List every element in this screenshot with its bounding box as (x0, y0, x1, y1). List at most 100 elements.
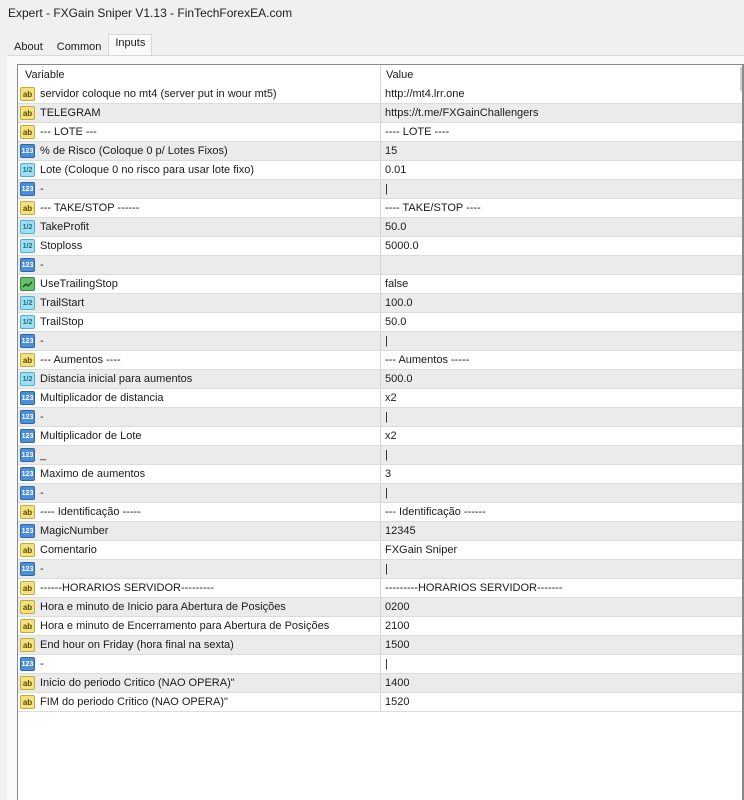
parameter-row[interactable]: ab Hora e minuto de Encerramento para Abe… (18, 617, 742, 636)
parameter-row[interactable]: 123- | (18, 332, 742, 351)
integer-type-icon: 123 (20, 524, 35, 538)
variable-cell: 123 Multiplicador de distancia (18, 389, 380, 407)
value-cell[interactable]: 2100 (380, 617, 742, 635)
integer-type-icon: 123 (20, 410, 35, 424)
double-type-icon: 1/2 (20, 163, 35, 177)
variable-cell: ab --- Aumentos ---- (18, 351, 380, 369)
parameter-row[interactable]: 123 Maximo de aumentos 3 (18, 465, 742, 484)
parameter-row[interactable]: 1/2 TrailStop 50.0 (18, 313, 742, 332)
value-cell[interactable]: http://mt4.lrr.one (380, 85, 742, 103)
parameter-row[interactable]: 1/2 TrailStart 100.0 (18, 294, 742, 313)
string-type-icon: ab (20, 505, 35, 519)
value-cell[interactable]: 5000.0 (380, 237, 742, 255)
value-cell[interactable]: | (380, 446, 742, 464)
value-cell[interactable]: | (380, 560, 742, 578)
parameter-row[interactable]: 1/2 TakeProfit 50.0 (18, 218, 742, 237)
variable-name: - (40, 411, 44, 423)
value-cell[interactable]: --- Identificação ------ (380, 503, 742, 521)
value-cell[interactable]: false (380, 275, 742, 293)
value-cell[interactable]: 500.0 (380, 370, 742, 388)
parameter-row[interactable]: ab FIM do periodo Critico (NAO OPERA)" 152… (18, 693, 742, 712)
variable-name: TrailStart (40, 297, 85, 309)
parameter-row[interactable]: 123- | (18, 560, 742, 579)
parameter-row[interactable]: ab Comentario FXGain Sniper (18, 541, 742, 560)
variable-cell: ab Hora e minuto de Encerramento para Abe… (18, 617, 380, 635)
value-cell[interactable]: ---- TAKE/STOP ---- (380, 199, 742, 217)
value-cell[interactable]: | (380, 408, 742, 426)
value-cell[interactable]: --- Aumentos ----- (380, 351, 742, 369)
string-type-icon: ab (20, 125, 35, 139)
value-cell[interactable]: 3 (380, 465, 742, 483)
variable-name: - (40, 658, 44, 670)
value-cell[interactable]: 15 (380, 142, 742, 160)
parameter-row[interactable]: 123- | (18, 655, 742, 674)
value-cell[interactable]: 1400 (380, 674, 742, 692)
parameter-row[interactable]: ab TELEGRAM https://t.me/FXGainChallengers (18, 104, 742, 123)
integer-type-icon: 123 (20, 562, 35, 576)
parameter-row[interactable]: 123 _ | (18, 446, 742, 465)
variable-cell: ab --- LOTE --- (18, 123, 380, 141)
value-cell[interactable]: 50.0 (380, 313, 742, 331)
variable-cell: ab Inicio do periodo Critico (NAO OPERA)" (18, 674, 380, 692)
tab-about[interactable]: About (7, 37, 50, 55)
parameter-row[interactable]: 1/2 Distancia inicial para aumentos 500.0 (18, 370, 742, 389)
variable-cell: 123- (18, 256, 380, 274)
parameter-row[interactable]: ab servidor coloque no mt4 (server put in… (18, 85, 742, 104)
parameter-row[interactable]: 123- | (18, 408, 742, 427)
parameter-row[interactable]: UseTrailingStop false (18, 275, 742, 294)
value-cell[interactable]: ---- LOTE ---- (380, 123, 742, 141)
parameter-row[interactable]: 123- (18, 256, 742, 275)
value-cell[interactable] (380, 256, 742, 274)
variable-cell: 1/2 Lote (Coloque 0 no risco para usar lo… (18, 161, 380, 179)
value-cell[interactable]: 0.01 (380, 161, 742, 179)
column-header-variable[interactable]: Variable (18, 65, 380, 84)
parameter-row[interactable]: 123 Multiplicador de Lote x2 (18, 427, 742, 446)
value-cell[interactable]: ---------HORARIOS SERVIDOR------- (380, 579, 742, 597)
parameter-row[interactable]: ab Inicio do periodo Critico (NAO OPERA)"… (18, 674, 742, 693)
value-cell[interactable]: 12345 (380, 522, 742, 540)
variable-cell: 1/2 TrailStop (18, 313, 380, 331)
window-title: Expert - FXGain Sniper V1.13 - FinTechFo… (0, 0, 744, 28)
value-cell[interactable]: | (380, 332, 742, 350)
variable-name: End hour on Friday (hora final na sexta) (40, 639, 234, 651)
parameter-row[interactable]: 123 MagicNumber 12345 (18, 522, 742, 541)
value-cell[interactable]: 1500 (380, 636, 742, 654)
value-cell[interactable]: 0200 (380, 598, 742, 616)
variable-name: Maximo de aumentos (40, 468, 146, 480)
value-cell[interactable]: | (380, 180, 742, 198)
column-header-value[interactable]: Value (380, 65, 742, 84)
parameter-row[interactable]: ab ---- Identificação ----- --- Identifica… (18, 503, 742, 522)
parameter-row[interactable]: ab Hora e minuto de Inicio para Abertura … (18, 598, 742, 617)
integer-type-icon: 123 (20, 429, 35, 443)
value-cell[interactable]: 1520 (380, 693, 742, 711)
value-cell[interactable]: x2 (380, 427, 742, 445)
parameter-row[interactable]: 123 Multiplicador de distancia x2 (18, 389, 742, 408)
variable-name: Multiplicador de distancia (40, 392, 164, 404)
string-type-icon: ab (20, 87, 35, 101)
value-cell[interactable]: x2 (380, 389, 742, 407)
variable-name: UseTrailingStop (40, 278, 118, 290)
value-cell[interactable]: FXGain Sniper (380, 541, 742, 559)
scrollbar[interactable] (740, 67, 742, 91)
variable-name: ---- Identificação ----- (40, 506, 141, 518)
value-cell[interactable]: https://t.me/FXGainChallengers (380, 104, 742, 122)
parameter-row[interactable]: 123 % de Risco (Coloque 0 p/ Lotes Fixos)… (18, 142, 742, 161)
value-cell[interactable]: 100.0 (380, 294, 742, 312)
parameter-row[interactable]: ab --- Aumentos ---- --- Aumentos ----- (18, 351, 742, 370)
parameter-row[interactable]: ab --- TAKE/STOP ------ ---- TAKE/STOP ---… (18, 199, 742, 218)
string-type-icon: ab (20, 676, 35, 690)
parameter-row[interactable]: 1/2 Lote (Coloque 0 no risco para usar lo… (18, 161, 742, 180)
tab-common[interactable]: Common (49, 37, 109, 55)
tab-inputs[interactable]: Inputs (108, 34, 153, 55)
value-cell[interactable]: | (380, 655, 742, 673)
grid-body: ab servidor coloque no mt4 (server put in… (18, 85, 742, 712)
parameter-row[interactable]: 1/2 Stoploss 5000.0 (18, 237, 742, 256)
value-cell[interactable]: 50.0 (380, 218, 742, 236)
parameter-row[interactable]: 123- | (18, 180, 742, 199)
parameter-row[interactable]: ab ------HORARIOS SERVIDOR--------- ------… (18, 579, 742, 598)
integer-type-icon: 123 (20, 182, 35, 196)
parameter-row[interactable]: ab End hour on Friday (hora final na sext… (18, 636, 742, 655)
parameter-row[interactable]: ab --- LOTE --- ---- LOTE ---- (18, 123, 742, 142)
parameter-row[interactable]: 123- | (18, 484, 742, 503)
value-cell[interactable]: | (380, 484, 742, 502)
